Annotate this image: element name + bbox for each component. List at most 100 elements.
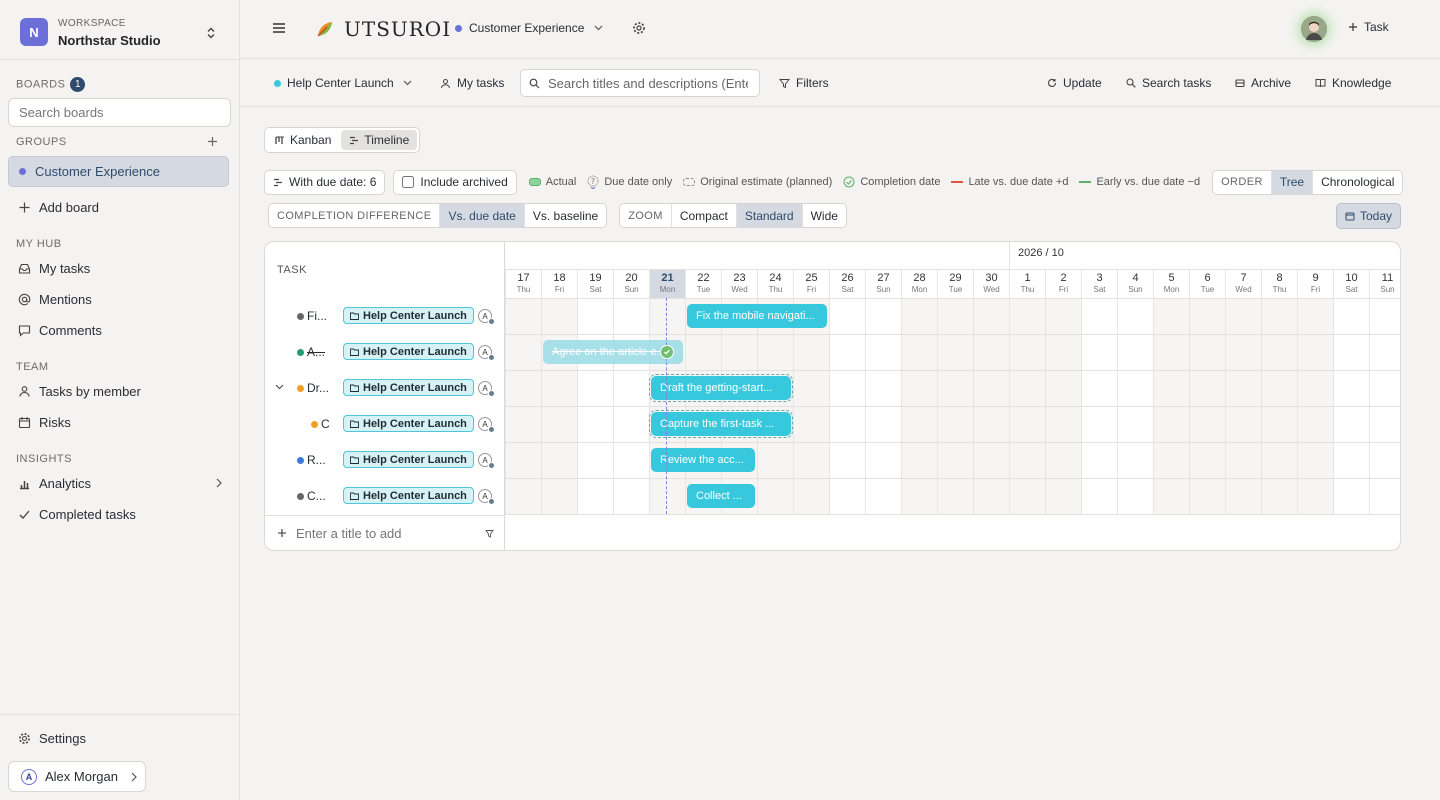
task-title[interactable]: R...: [307, 453, 326, 467]
task-bar[interactable]: Draft the getting-start...: [649, 374, 793, 402]
task-title[interactable]: A...: [307, 345, 325, 359]
chevron-down-icon: [594, 25, 603, 31]
today-button[interactable]: Today: [1336, 203, 1401, 229]
my-tasks-filter[interactable]: My tasks: [440, 59, 504, 107]
day-number: 8: [1276, 272, 1283, 284]
chevron-updown-icon[interactable]: [206, 27, 216, 39]
workspace-logo[interactable]: N: [20, 18, 48, 46]
plus-icon[interactable]: [207, 136, 218, 147]
weekday: Tue: [1200, 285, 1215, 294]
sidebar-item-mentions[interactable]: Mentions: [18, 288, 92, 310]
task-row[interactable]: R... Help Center Launch A: [265, 442, 504, 478]
assignee-status-indicator: [488, 498, 495, 505]
task-row[interactable]: Fi... Help Center Launch A: [265, 298, 504, 334]
project-filter-selector[interactable]: Help Center Launch: [274, 59, 412, 107]
day-number: 19: [589, 272, 602, 284]
board-settings-gear-icon[interactable]: [632, 21, 646, 35]
month-header: [505, 242, 1400, 270]
sidebar-item-comments[interactable]: Comments: [18, 319, 102, 341]
filters-button[interactable]: Filters: [779, 59, 829, 107]
weekday: Thu: [768, 285, 783, 294]
add-board-label: Add board: [39, 199, 99, 215]
weekday: Wed: [983, 285, 1000, 294]
filter-icon[interactable]: [485, 529, 494, 538]
project-tag[interactable]: Help Center Launch: [343, 487, 474, 504]
project-tag[interactable]: Help Center Launch: [343, 379, 474, 396]
project-tag[interactable]: Help Center Launch: [343, 415, 474, 432]
current-user-avatar[interactable]: [1301, 16, 1327, 42]
board-selector[interactable]: Customer Experience: [455, 21, 603, 35]
add-board-button[interactable]: Add board: [18, 196, 99, 218]
early-line-swatch: [1079, 181, 1092, 183]
vs-due-date-option[interactable]: Vs. due date: [440, 204, 525, 227]
search-tasks-button[interactable]: Search tasks: [1126, 59, 1211, 107]
chevron-down-icon[interactable]: [275, 384, 284, 390]
weekday: Tue: [948, 285, 963, 294]
sidebar-item-my-tasks[interactable]: My tasks: [18, 257, 90, 279]
sidebar-item-settings[interactable]: Settings: [18, 727, 86, 749]
project-tag[interactable]: Help Center Launch: [343, 343, 474, 360]
board-search-input[interactable]: [8, 98, 231, 127]
bar-chart-icon: [20, 480, 29, 489]
task-search-input[interactable]: [548, 75, 748, 91]
task-title[interactable]: Fi...: [307, 309, 327, 323]
chevron-right-icon: [131, 772, 137, 781]
task-row[interactable]: C Help Center Launch A: [265, 406, 504, 442]
task-row[interactable]: A... Help Center Launch A: [265, 334, 504, 370]
workspace-name[interactable]: Northstar Studio: [58, 33, 161, 48]
task-search-box[interactable]: [520, 69, 760, 97]
include-archived-toggle[interactable]: Include archived: [393, 169, 517, 195]
weekday: Wed: [731, 285, 748, 294]
refresh-icon: [1048, 78, 1057, 87]
sidebar-item-analytics[interactable]: Analytics: [18, 472, 223, 494]
task-row[interactable]: Dr... Help Center Launch A: [265, 370, 504, 406]
project-tag[interactable]: Help Center Launch: [343, 307, 474, 324]
board-color-dot: [455, 24, 462, 32]
day-number: 29: [949, 272, 962, 284]
task-row[interactable]: C... Help Center Launch A: [265, 478, 504, 514]
project-tag[interactable]: Help Center Launch: [343, 451, 474, 468]
menu-icon[interactable]: [272, 21, 286, 35]
order-label: ORDER: [1213, 170, 1272, 194]
weekday: Sun: [876, 285, 891, 294]
task-title[interactable]: C: [321, 417, 330, 431]
legend-late: Late vs. due date +d: [951, 176, 1068, 188]
add-task-button[interactable]: Task: [1348, 20, 1389, 34]
include-archived-checkbox[interactable]: [402, 176, 415, 188]
folder-icon: [350, 420, 359, 428]
vs-baseline-option[interactable]: Vs. baseline: [525, 204, 606, 227]
due-date-count-chip[interactable]: With due date: 6: [264, 169, 386, 195]
day-header: 11 Sun: [1369, 270, 1400, 298]
user-name: Alex Morgan: [45, 769, 118, 784]
order-tree-option[interactable]: Tree: [1271, 170, 1314, 194]
chevron-right-icon: [216, 478, 222, 488]
plus-icon: [1349, 23, 1357, 31]
tab-kanban[interactable]: Kanban: [267, 130, 339, 150]
new-task-title-input[interactable]: [296, 525, 476, 541]
sidebar-board-customer-experience[interactable]: Customer Experience: [8, 156, 229, 187]
update-button[interactable]: Update: [1047, 59, 1102, 107]
task-status-dot: [297, 313, 304, 320]
sidebar-item-completed-tasks[interactable]: Completed tasks: [18, 503, 136, 525]
tab-timeline[interactable]: Timeline: [341, 130, 418, 150]
sidebar-item-label: Risks: [39, 414, 71, 430]
legend-early: Early vs. due date −d: [1079, 176, 1200, 188]
task-bar[interactable]: Collect ...: [687, 484, 755, 508]
project-filter-label: Help Center Launch: [287, 76, 394, 90]
user-photo-icon: [1301, 16, 1327, 42]
user-menu-button[interactable]: A Alex Morgan: [8, 761, 146, 792]
task-bar[interactable]: Capture the first-task ...: [649, 410, 793, 438]
sidebar-item-tasks-by-member[interactable]: Tasks by member: [18, 380, 141, 402]
archive-button[interactable]: Archive: [1235, 59, 1291, 107]
knowledge-button[interactable]: Knowledge: [1315, 59, 1391, 107]
zoom-standard-option[interactable]: Standard: [736, 204, 803, 227]
plus-icon[interactable]: [277, 528, 287, 538]
zoom-wide-option[interactable]: Wide: [803, 204, 846, 227]
task-title[interactable]: C...: [307, 489, 326, 503]
sidebar-item-risks[interactable]: Risks: [18, 411, 71, 433]
task-title[interactable]: Dr...: [307, 381, 329, 395]
brand[interactable]: UTSUROI: [316, 17, 451, 41]
zoom-compact-option[interactable]: Compact: [672, 204, 737, 227]
task-bar[interactable]: Fix the mobile navigati...: [687, 304, 827, 328]
order-chronological-option[interactable]: Chronological: [1313, 171, 1402, 194]
